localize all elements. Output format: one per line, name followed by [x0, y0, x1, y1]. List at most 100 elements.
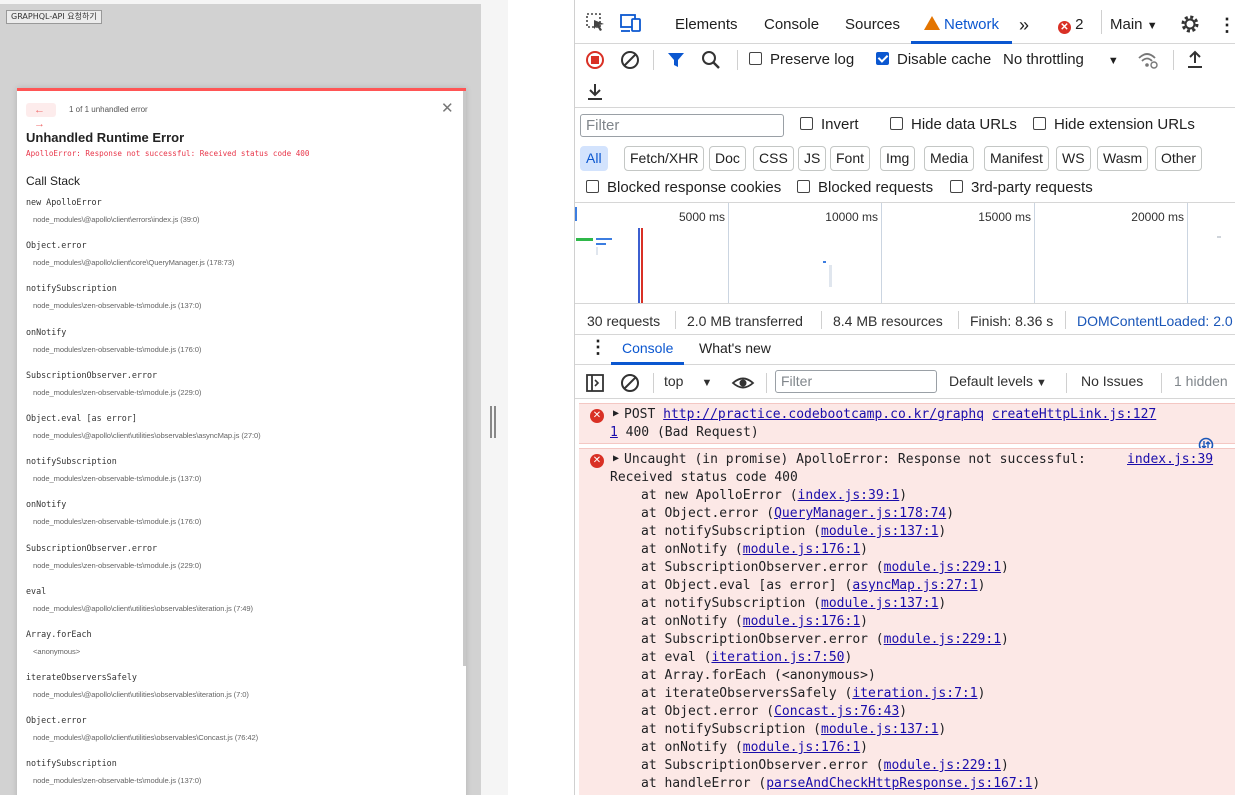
network-overview-timeline[interactable]: 5000 ms 10000 ms 15000 ms 20000 ms	[575, 203, 1235, 304]
blocked-cookies-checkbox[interactable]: Blocked response cookies	[586, 178, 781, 198]
close-icon[interactable]: ✕	[441, 99, 454, 117]
third-party-checkbox[interactable]: 3rd-party requests	[950, 178, 1093, 198]
graphql-request-button[interactable]: GRAPHQL-API 요청하기	[6, 10, 102, 24]
call-stack-frame[interactable]: new ApolloError node_modules\@apollo\clie…	[26, 197, 456, 240]
inspect-element-icon[interactable]	[586, 0, 606, 44]
post-url-link[interactable]: http://practice.codebootcamp.co.kr/graph…	[663, 407, 984, 422]
pane-splitter-handle[interactable]	[490, 406, 497, 438]
gear-icon[interactable]	[1179, 0, 1201, 44]
tab-elements[interactable]: Elements	[675, 0, 738, 44]
drawer-menu-icon[interactable]: ⋮	[589, 337, 607, 358]
throttling-select[interactable]: No throttling ▼	[1003, 50, 1119, 70]
call-stack-frame[interactable]: Object.error node_modules\@apollo\client\…	[26, 240, 456, 283]
drawer-tab-whats-new[interactable]: What's new	[699, 340, 771, 356]
type-filter-manifest[interactable]: Manifest	[984, 146, 1049, 171]
upload-har-icon[interactable]	[1186, 50, 1204, 70]
post-source-link[interactable]: createHttpLink.js:127	[992, 407, 1156, 422]
stack-trace-source-link[interactable]: module.js:176:1	[743, 740, 860, 755]
download-har-icon[interactable]	[586, 82, 604, 102]
hide-extension-urls-checkbox[interactable]: Hide extension URLs	[1033, 115, 1195, 135]
tab-network[interactable]: Network	[911, 0, 1013, 44]
stack-trace-source-link[interactable]: module.js:176:1	[743, 614, 860, 629]
frame-function-name: notifySubscription	[26, 758, 117, 769]
log-levels-select[interactable]: Default levels ▼	[949, 373, 1047, 389]
divider	[653, 373, 654, 393]
summary-resources: 8.4 MB resources	[833, 313, 943, 329]
type-filter-fetch-xhr[interactable]: Fetch/XHR	[624, 146, 705, 171]
device-toolbar-icon[interactable]	[620, 0, 642, 44]
call-stack-frame[interactable]: iterateObserversSafely node_modules\@apol…	[26, 672, 456, 715]
stack-trace-source-link[interactable]: index.js:39:1	[798, 488, 900, 503]
clear-console-icon[interactable]	[620, 373, 640, 393]
kebab-menu-icon[interactable]: ⋮	[1218, 0, 1235, 44]
type-filter-img[interactable]: Img	[880, 146, 916, 171]
call-stack-frame[interactable]: notifySubscription node_modules\zen-obser…	[26, 283, 456, 326]
target-selector[interactable]: Main ▼	[1110, 0, 1158, 44]
type-filter-font[interactable]: Font	[830, 146, 871, 171]
console-filter-input[interactable]: Filter	[775, 370, 937, 393]
stack-trace-source-link[interactable]: module.js:229:1	[884, 560, 1001, 575]
drawer-tab-console[interactable]: Console	[611, 340, 685, 365]
network-conditions-icon[interactable]	[1137, 50, 1159, 70]
stack-trace-source-link[interactable]: module.js:229:1	[884, 758, 1001, 773]
sidebar-toggle-icon[interactable]	[585, 373, 605, 393]
call-stack-frame[interactable]: onNotify node_modules\zen-observable-ts\m…	[26, 499, 456, 542]
call-stack-frame[interactable]: Object.eval [as error] node_modules\@apol…	[26, 413, 456, 456]
network-filter-input[interactable]: Filter	[580, 114, 784, 137]
call-stack-frame[interactable]: notifySubscription node_modules\zen-obser…	[26, 758, 456, 795]
preserve-log-checkbox[interactable]: Preserve log	[749, 50, 854, 70]
summary-finish: Finish: 8.36 s	[970, 313, 1054, 329]
type-filter-other[interactable]: Other	[1155, 146, 1203, 171]
filter-funnel-icon[interactable]	[667, 50, 685, 70]
blocked-requests-checkbox[interactable]: Blocked requests	[797, 178, 933, 198]
chevron-down-icon: ▼	[1107, 55, 1119, 67]
call-stack-frame[interactable]: SubscriptionObserver.error node_modules\z…	[26, 370, 456, 413]
timeline-bar	[829, 265, 832, 287]
stack-trace-source-link[interactable]: module.js:137:1	[821, 722, 938, 737]
stack-trace-source-link[interactable]: iteration.js:7:1	[852, 686, 977, 701]
tab-console[interactable]: Console	[764, 0, 819, 44]
context-selector[interactable]: top ▼	[664, 373, 712, 389]
error-counter[interactable]: ✕ 2	[1058, 0, 1084, 44]
stack-trace-line: at handleError (parseAndCheckHttpRespons…	[641, 776, 1040, 791]
search-icon[interactable]	[701, 50, 721, 70]
call-stack-frame[interactable]: eval node_modules\@apollo\client\utilitie…	[26, 586, 456, 629]
uncaught-source-link[interactable]: index.js:39	[1127, 452, 1213, 467]
stack-trace-source-link[interactable]: module.js:229:1	[884, 632, 1001, 647]
stack-trace-source-link[interactable]: module.js:137:1	[821, 524, 938, 539]
call-stack-frame[interactable]: Array.forEach <anonymous>	[26, 629, 456, 672]
disable-cache-checkbox[interactable]: Disable cache	[876, 50, 991, 70]
invert-checkbox[interactable]: Invert	[800, 115, 859, 135]
stack-trace-source-link[interactable]: module.js:137:1	[821, 596, 938, 611]
stack-trace-source-link[interactable]: parseAndCheckHttpResponse.js:167:1	[766, 776, 1032, 791]
issues-counter[interactable]: No Issues	[1081, 373, 1143, 389]
overlay-scrollbar[interactable]	[463, 91, 466, 666]
more-tabs-icon[interactable]: »	[1019, 0, 1029, 44]
type-filter-all[interactable]: All	[580, 146, 608, 171]
stack-trace-source-link[interactable]: Concast.js:76:43	[774, 704, 899, 719]
call-stack-frame[interactable]: onNotify node_modules\zen-observable-ts\m…	[26, 327, 456, 370]
type-filter-doc[interactable]: Doc	[709, 146, 746, 171]
call-stack-frame[interactable]: SubscriptionObserver.error node_modules\z…	[26, 543, 456, 586]
expand-triangle-icon[interactable]: ▶	[613, 408, 619, 419]
error-nav-arrows[interactable]: ← →	[26, 103, 56, 130]
type-filter-js[interactable]: JS	[798, 146, 827, 171]
call-stack-frame[interactable]: notifySubscription node_modules\zen-obser…	[26, 456, 456, 499]
tab-sources[interactable]: Sources	[845, 0, 900, 44]
call-stack-frame[interactable]: Object.error node_modules\@apollo\client\…	[26, 715, 456, 758]
stack-trace-source-link[interactable]: QueryManager.js:178:74	[774, 506, 946, 521]
stack-trace-text: )	[860, 542, 868, 557]
post-source-link-cont[interactable]: 1	[610, 425, 618, 440]
expand-triangle-icon[interactable]: ▶	[613, 453, 619, 464]
stack-trace-source-link[interactable]: asyncMap.js:27:1	[852, 578, 977, 593]
stack-trace-source-link[interactable]: module.js:176:1	[743, 542, 860, 557]
type-filter-ws[interactable]: WS	[1056, 146, 1091, 171]
type-filter-css[interactable]: CSS	[753, 146, 794, 171]
record-stop-icon[interactable]	[585, 50, 605, 70]
stack-trace-source-link[interactable]: iteration.js:7:50	[711, 650, 844, 665]
type-filter-media[interactable]: Media	[924, 146, 975, 171]
clear-icon[interactable]	[620, 50, 640, 70]
hide-data-urls-checkbox[interactable]: Hide data URLs	[890, 115, 1017, 135]
eye-icon[interactable]	[731, 373, 755, 393]
type-filter-wasm[interactable]: Wasm	[1097, 146, 1149, 171]
